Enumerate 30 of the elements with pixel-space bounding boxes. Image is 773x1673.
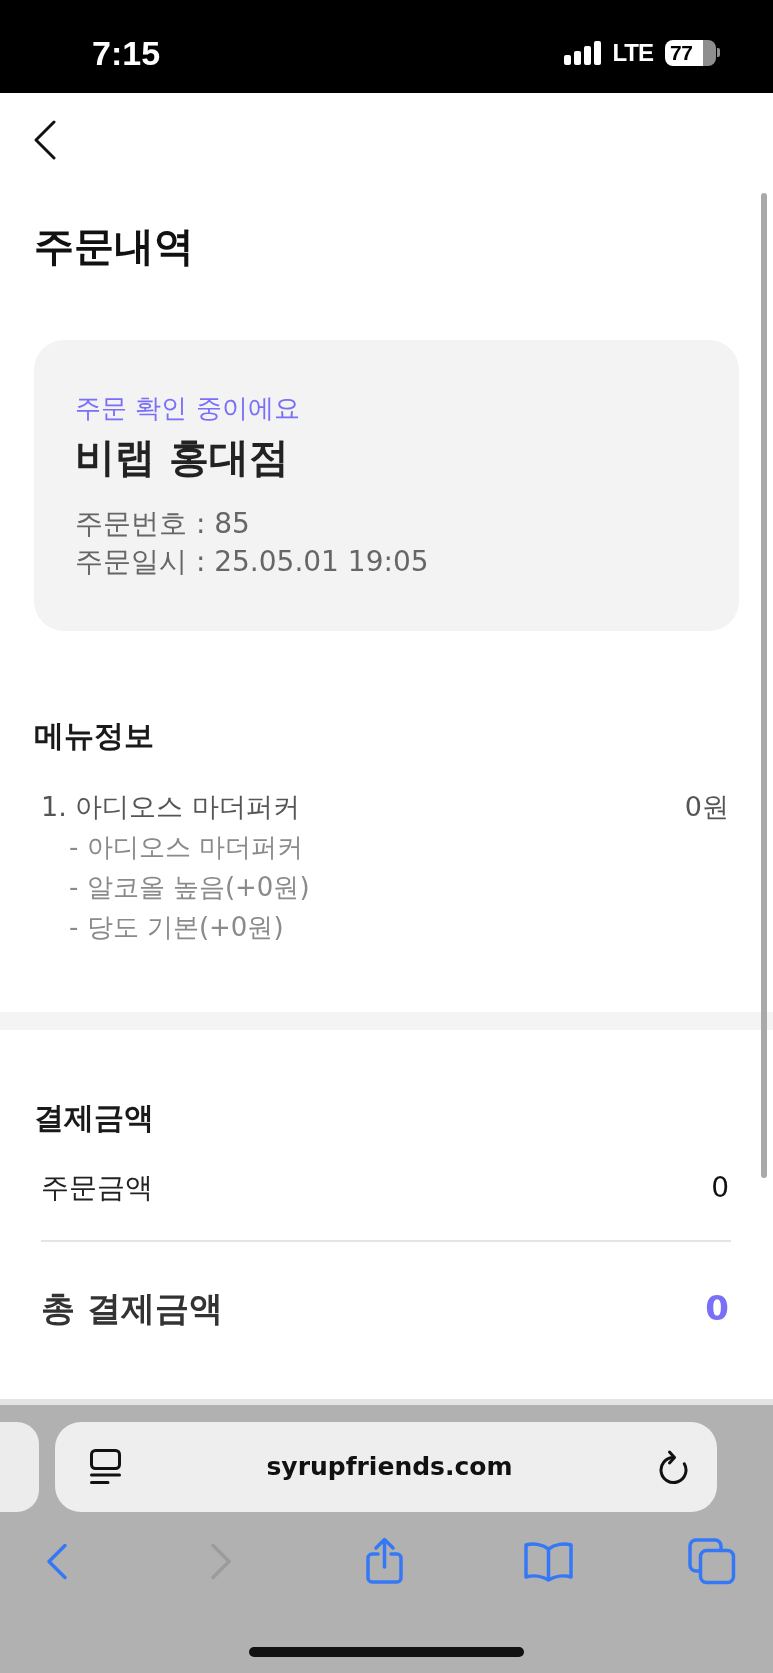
menu-option: - 당도 기본(+0원) xyxy=(69,907,284,947)
total-amount: 0 xyxy=(705,1287,729,1330)
chevron-left-icon xyxy=(46,1542,68,1580)
address-bar[interactable]: syrupfriends.com xyxy=(55,1422,717,1512)
store-name: 비랩 홍대점 xyxy=(75,434,289,480)
menu-option: - 알코올 높음(+0원) xyxy=(69,867,310,907)
order-date: 주문일시 : 25.05.01 19:05 xyxy=(75,544,429,580)
menu-item-name: 1. 아디오스 마더퍼커 xyxy=(41,790,300,824)
tabs-icon xyxy=(688,1537,736,1585)
section-heading: 메뉴정보 xyxy=(34,718,154,754)
chevron-left-icon xyxy=(33,120,57,160)
menu-option: - 아디오스 마더퍼커 xyxy=(69,827,303,867)
order-number: 주문번호 : 85 xyxy=(75,506,250,542)
total-label: 총 결제금액 xyxy=(41,1287,223,1330)
share-icon xyxy=(365,1537,404,1585)
page-menu-icon[interactable] xyxy=(90,1449,121,1485)
reload-icon[interactable] xyxy=(658,1449,689,1485)
order-status: 주문 확인 중이에요 xyxy=(75,392,300,424)
signal-icon xyxy=(564,40,602,65)
status-time: 7:15 xyxy=(92,32,161,73)
section-heading: 결제금액 xyxy=(34,1100,154,1136)
book-icon xyxy=(523,1540,573,1582)
page-title: 주문내역 xyxy=(34,222,194,270)
tab-preview[interactable] xyxy=(0,1422,39,1512)
network-label: LTE xyxy=(612,38,653,67)
battery-indicator: 77 xyxy=(665,39,720,66)
menu-item-price: 0원 xyxy=(684,790,729,824)
subtotal-amount: 0 xyxy=(711,1170,729,1206)
back-button[interactable] xyxy=(33,120,57,160)
subtotal-label: 주문금액 xyxy=(41,1170,153,1206)
